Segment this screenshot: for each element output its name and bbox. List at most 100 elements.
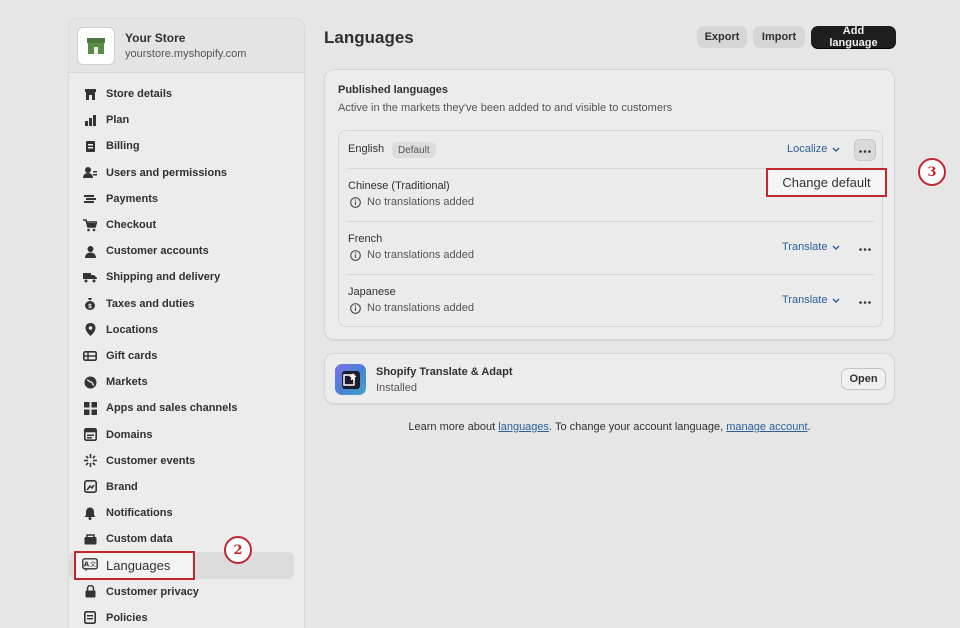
sidebar-item-domains[interactable]: Domains <box>69 421 304 447</box>
lock-icon <box>82 584 98 600</box>
sidebar-item-custom-data[interactable]: Custom data <box>69 526 304 552</box>
sidebar-item-checkout[interactable]: Checkout <box>69 212 304 238</box>
sidebar-item-apps[interactable]: Apps and sales channels <box>69 395 304 421</box>
sidebar-item-customer-accounts[interactable]: Customer accounts <box>69 238 304 264</box>
sidebar-item-notifications[interactable]: Notifications <box>69 500 304 526</box>
status-text: No translations added <box>367 302 475 314</box>
ellipsis-icon <box>859 295 871 307</box>
domain-icon <box>82 427 98 443</box>
chart-bar-icon <box>82 112 98 128</box>
info-icon <box>350 196 361 208</box>
language-name: Chinese (Traditional) <box>348 180 450 192</box>
sidebar-item-languages-highlight[interactable]: A文 Languages <box>74 550 195 580</box>
sidebar-item-label: Taxes and duties <box>106 297 195 310</box>
app-status: Installed <box>376 382 417 394</box>
language-name: English <box>348 143 385 155</box>
add-language-button[interactable]: Add language <box>811 25 896 49</box>
language-list: English Default Localize Chinese (Tradit… <box>338 130 883 327</box>
manage-account-link[interactable]: manage account <box>726 421 807 433</box>
store-icon <box>82 86 98 102</box>
language-row-french: French No translations added Translate <box>339 222 882 275</box>
card-title: Published languages <box>338 84 449 96</box>
sidebar-item-label: Users and permissions <box>106 166 228 179</box>
chevron-down-icon <box>832 298 840 303</box>
location-pin-icon <box>82 322 98 338</box>
sidebar-item-label: Notifications <box>106 507 173 520</box>
gift-card-icon <box>82 348 98 364</box>
language-name: Japanese <box>348 286 396 298</box>
ellipsis-icon <box>859 144 871 156</box>
sidebar-item-shipping[interactable]: Shipping and delivery <box>69 264 304 290</box>
svg-text:$: $ <box>88 303 92 310</box>
sidebar-item-languages[interactable]: A文 Languages <box>69 550 294 580</box>
sidebar-item-customer-privacy[interactable]: Customer privacy <box>69 579 304 605</box>
sparkle-icon <box>82 453 98 469</box>
footer-prefix: Learn more about <box>408 421 499 433</box>
translate-icon: A文 <box>82 557 98 573</box>
sidebar-item-policies[interactable]: Policies <box>69 605 304 628</box>
more-actions-button[interactable] <box>854 290 876 312</box>
step-marker-2: 2 <box>224 536 252 564</box>
sidebar-item-label: Payments <box>106 192 158 205</box>
localize-link[interactable]: Localize <box>787 143 840 155</box>
info-icon <box>350 302 361 314</box>
chevron-down-icon <box>832 147 840 152</box>
import-button[interactable]: Import <box>753 26 805 48</box>
language-row-japanese: Japanese No translations added Translate <box>339 275 882 328</box>
globe-icon <box>82 374 98 390</box>
localize-label: Localize <box>787 143 828 155</box>
footer-suffix: . <box>807 421 811 433</box>
language-row-english: English Default Localize <box>339 131 882 169</box>
sidebar-item-label: Customer events <box>106 454 196 467</box>
sidebar-item-markets[interactable]: Markets <box>69 369 304 395</box>
sidebar-item-customer-events[interactable]: Customer events <box>69 448 304 474</box>
sidebar-item-locations[interactable]: Locations <box>69 317 304 343</box>
translation-status: No translations added <box>350 249 474 261</box>
translate-label: Translate <box>782 241 828 253</box>
person-icon <box>82 243 98 259</box>
store-header[interactable]: Your Store yourstore.myshopify.com <box>69 19 304 73</box>
more-actions-button[interactable] <box>854 237 876 259</box>
sidebar-item-payments[interactable]: Payments <box>69 186 304 212</box>
status-text: No translations added <box>367 196 475 208</box>
sidebar-item-billing[interactable]: Billing <box>69 133 304 159</box>
more-actions-button[interactable] <box>854 139 876 161</box>
sidebar-item-gift-cards[interactable]: Gift cards <box>69 343 304 369</box>
translation-status: No translations added <box>350 302 474 314</box>
store-domain: yourstore.myshopify.com <box>125 48 247 60</box>
default-badge: Default <box>392 142 436 158</box>
sidebar-item-label: Plan <box>106 114 130 127</box>
open-app-button[interactable]: Open <box>841 368 886 390</box>
apps-icon <box>82 400 98 416</box>
sidebar-item-store-details[interactable]: Store details <box>69 81 304 107</box>
translate-link[interactable]: Translate <box>782 294 840 306</box>
sidebar-item-label: Checkout <box>106 219 157 232</box>
languages-help-link[interactable]: languages <box>498 421 549 433</box>
sidebar-item-users[interactable]: Users and permissions <box>69 160 304 186</box>
svg-text:文: 文 <box>90 561 96 569</box>
sidebar-item-label: Billing <box>106 140 140 153</box>
sidebar-item-taxes[interactable]: $ Taxes and duties <box>69 291 304 317</box>
translation-status: No translations added <box>350 196 474 208</box>
settings-nav: Store details Plan Billing Users and per… <box>69 73 304 628</box>
sidebar-item-label: Shipping and delivery <box>106 271 221 284</box>
info-icon <box>350 249 361 261</box>
store-name: Your Store <box>125 31 186 45</box>
translate-label: Translate <box>782 294 828 306</box>
card-subtitle: Active in the markets they've been added… <box>338 102 673 114</box>
receipt-icon <box>82 138 98 154</box>
sidebar-item-label: Store details <box>106 88 173 101</box>
footer-middle: . To change your account language, <box>549 421 727 433</box>
sidebar-item-label: Brand <box>106 480 138 493</box>
change-default-menu-item[interactable]: Change default <box>766 168 887 197</box>
ellipsis-icon <box>859 242 871 254</box>
export-button[interactable]: Export <box>697 26 747 48</box>
translate-link[interactable]: Translate <box>782 241 840 253</box>
language-name: French <box>348 233 383 245</box>
sidebar-item-label: Custom data <box>106 533 173 546</box>
sidebar-item-label: Customer privacy <box>106 585 199 598</box>
step-marker-3: 3 <box>918 158 946 186</box>
sidebar-item-plan[interactable]: Plan <box>69 107 304 133</box>
money-bag-icon: $ <box>82 296 98 312</box>
sidebar-item-brand[interactable]: Brand <box>69 474 304 500</box>
